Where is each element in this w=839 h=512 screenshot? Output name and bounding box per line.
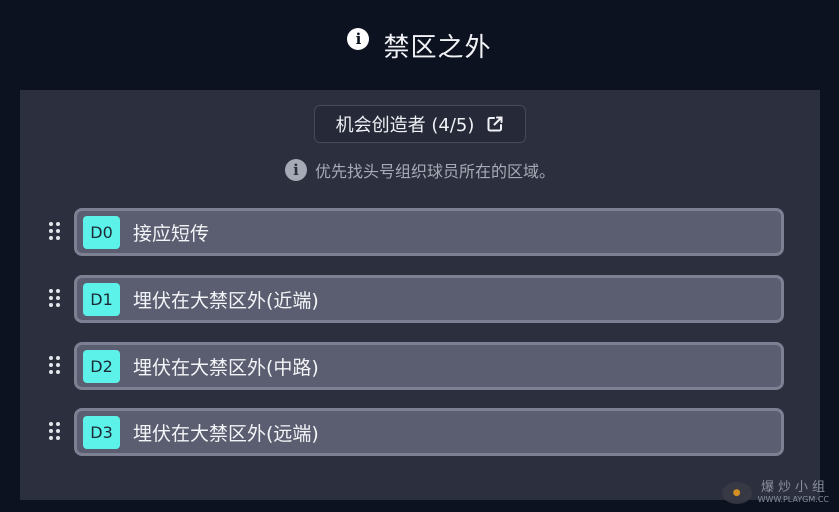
option-label: 埋伏在大禁区外(中路) bbox=[133, 356, 319, 379]
chance-creator-label: 机会创造者 (4/5) bbox=[335, 115, 475, 136]
drag-handle-icon[interactable] bbox=[49, 222, 63, 242]
watermark-url: WWW.PLAYGM.CC bbox=[757, 495, 829, 504]
option-card[interactable]: D3 埋伏在大禁区外(远端) bbox=[74, 408, 784, 456]
info-icon: i bbox=[284, 159, 307, 181]
watermark-text: 爆炒小组 WWW.PLAYGM.CC bbox=[758, 481, 829, 504]
option-badge: D2 bbox=[83, 349, 120, 383]
list-item[interactable]: D2 埋伏在大禁区外(中路) bbox=[20, 342, 820, 390]
external-link-icon bbox=[487, 116, 503, 132]
info-icon[interactable]: i bbox=[347, 28, 370, 50]
watermark: ● 爆炒小组 WWW.PLAYGM.CC bbox=[721, 481, 829, 504]
watermark-logo-icon: ● bbox=[721, 481, 752, 504]
drag-handle-icon[interactable] bbox=[49, 289, 63, 309]
page-header: i 禁区之外 bbox=[0, 0, 839, 90]
option-badge: D0 bbox=[83, 215, 120, 249]
hint-row: i 优先找头号组织球员所在的区域。 bbox=[20, 158, 820, 182]
option-card[interactable]: D2 埋伏在大禁区外(中路) bbox=[74, 342, 784, 390]
drag-handle-icon[interactable] bbox=[49, 422, 63, 442]
option-label: 接应短传 bbox=[133, 222, 210, 245]
drag-handle-icon[interactable] bbox=[49, 356, 63, 376]
list-item[interactable]: D1 埋伏在大禁区外(近端) bbox=[20, 275, 820, 323]
hint-text: 优先找头号组织球员所在的区域。 bbox=[314, 162, 555, 181]
chance-creator-button[interactable]: 机会创造者 (4/5) bbox=[314, 105, 526, 143]
option-badge: D1 bbox=[83, 282, 120, 316]
list-item[interactable]: D3 埋伏在大禁区外(远端) bbox=[20, 408, 820, 456]
option-card[interactable]: D0 接应短传 bbox=[74, 208, 784, 256]
watermark-cn: 爆炒小组 bbox=[760, 480, 829, 495]
option-badge: D3 bbox=[83, 415, 120, 449]
option-card[interactable]: D1 埋伏在大禁区外(近端) bbox=[74, 275, 784, 323]
option-label: 埋伏在大禁区外(近端) bbox=[133, 289, 319, 312]
content-panel: 机会创造者 (4/5) i 优先找头号组织球员所在的区域。 D0 接应短传 D1 bbox=[20, 90, 820, 500]
page-title: 禁区之外 bbox=[383, 32, 492, 63]
option-label: 埋伏在大禁区外(远端) bbox=[133, 422, 319, 445]
list-item[interactable]: D0 接应短传 bbox=[20, 208, 820, 256]
